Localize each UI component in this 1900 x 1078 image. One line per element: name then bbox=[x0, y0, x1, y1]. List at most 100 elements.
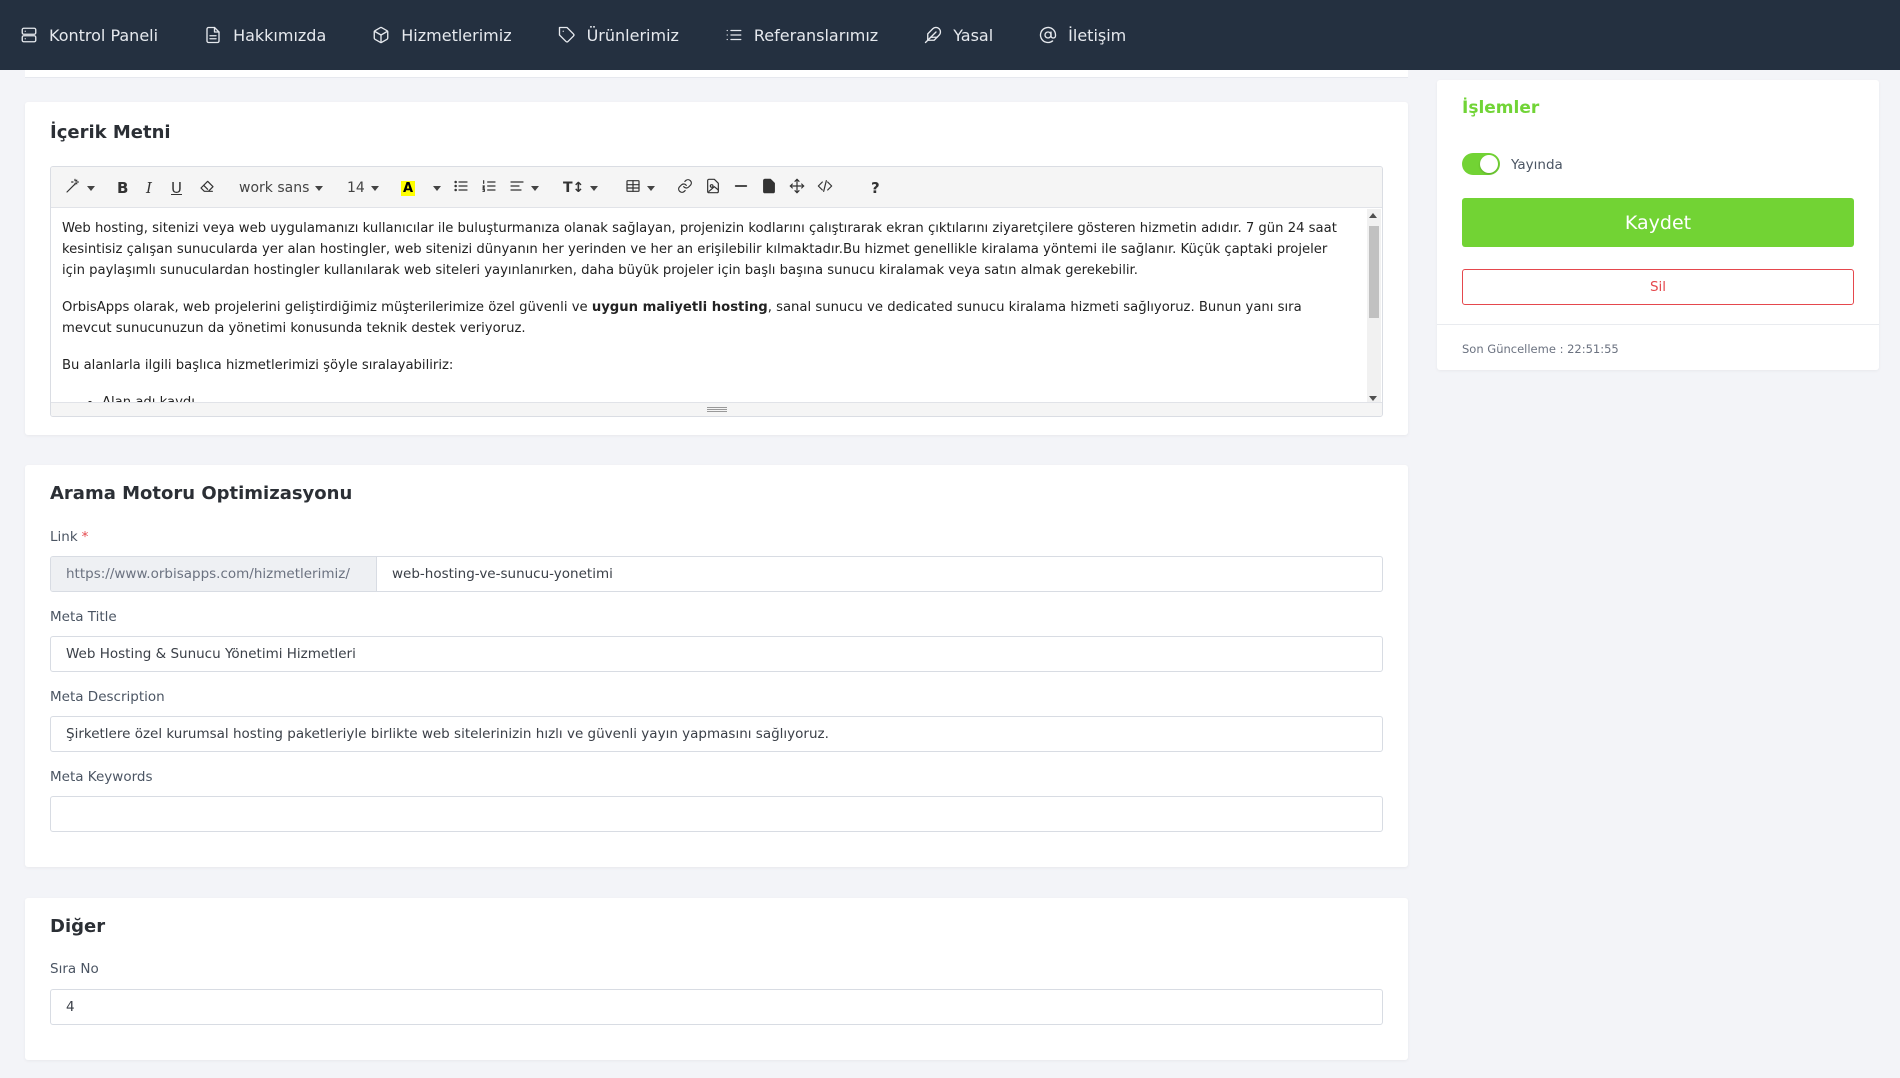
help-button[interactable]: ? bbox=[871, 179, 880, 197]
nav-item-iletisim[interactable]: İletişim bbox=[1039, 26, 1126, 45]
nav-label: Referanslarımız bbox=[753, 25, 879, 45]
seo-card: Arama Motoru Optimizasyonu Link * https:/… bbox=[25, 465, 1408, 867]
link-prefix: https://www.orbisapps.com/hizmetlerimiz/ bbox=[51, 557, 377, 591]
line-height-button[interactable]: T↕ bbox=[563, 179, 599, 197]
text-run: OrbisApps olarak, web projelerini gelişt… bbox=[62, 300, 592, 315]
nav-label: Hakkımızda bbox=[233, 25, 327, 45]
rich-text-editor: B I U work sans 14 A T↕ ? Web hosting, s… bbox=[50, 166, 1383, 417]
link-button[interactable] bbox=[677, 179, 693, 197]
table-button[interactable] bbox=[625, 179, 655, 197]
color-dropdown[interactable] bbox=[427, 179, 441, 197]
paragraph-align-button[interactable] bbox=[509, 179, 539, 197]
actions-title: İşlemler bbox=[1462, 98, 1540, 118]
nav-item-urunlerimiz[interactable]: Ürünlerimiz bbox=[558, 26, 679, 45]
link-icon bbox=[677, 178, 693, 198]
align-left-icon bbox=[509, 178, 525, 198]
server-icon bbox=[20, 26, 38, 44]
delete-button[interactable]: Sil bbox=[1462, 269, 1854, 305]
editor-paragraph: Bu alanlarla ilgili başlıca hizmetlerimi… bbox=[62, 358, 454, 373]
minus-icon bbox=[733, 178, 749, 198]
ordered-list-button[interactable] bbox=[481, 179, 497, 197]
order-input[interactable]: 4 bbox=[50, 989, 1383, 1025]
nav-label: Yasal bbox=[953, 25, 994, 45]
other-card: Diğer Sıra No 4 bbox=[25, 898, 1408, 1060]
publish-label: Yayında bbox=[1511, 157, 1563, 173]
chevron-down-icon bbox=[87, 185, 95, 191]
meta-title-label: Meta Title bbox=[50, 609, 117, 625]
italic-button[interactable]: I bbox=[146, 179, 152, 197]
link-label: Link * bbox=[50, 529, 88, 545]
card-title: İçerik Metni bbox=[50, 122, 171, 143]
scroll-down-icon[interactable] bbox=[1369, 396, 1377, 401]
actions-card: İşlemler Yayında Kaydet Sil Son Güncelle… bbox=[1437, 80, 1879, 370]
font-size-select[interactable]: 14 bbox=[347, 179, 379, 197]
eraser-button[interactable] bbox=[199, 179, 215, 197]
previous-card-edge bbox=[25, 70, 1408, 78]
at-sign-icon bbox=[1039, 26, 1057, 44]
last-update-text: Son Güncelleme : 22:51:55 bbox=[1462, 342, 1619, 356]
font-family-value: work sans bbox=[239, 180, 310, 196]
text-height-icon: T↕ bbox=[563, 180, 585, 196]
editor-content[interactable]: Web hosting, sitenizi veya web uygulaman… bbox=[51, 208, 1364, 404]
publish-toggle[interactable] bbox=[1462, 153, 1500, 175]
underline-button[interactable]: U bbox=[171, 179, 182, 197]
font-size-value: 14 bbox=[347, 180, 365, 196]
nav-label: Kontrol Paneli bbox=[49, 25, 159, 45]
image-button[interactable] bbox=[705, 178, 721, 198]
box-icon bbox=[372, 26, 390, 44]
nav-item-yasal[interactable]: Yasal bbox=[924, 26, 993, 45]
font-family-select[interactable]: work sans bbox=[239, 179, 324, 197]
nav-item-referanslarimiz[interactable]: Referanslarımız bbox=[725, 26, 878, 45]
chevron-down-icon bbox=[433, 185, 441, 191]
image-icon bbox=[705, 178, 721, 198]
actions-footer: Son Güncelleme : 22:51:55 bbox=[1437, 324, 1879, 370]
highlight-color-button[interactable]: A bbox=[401, 179, 416, 197]
content-card: İçerik Metni B I U work sans 14 A T↕ ? W… bbox=[25, 102, 1408, 435]
scroll-up-icon[interactable] bbox=[1369, 213, 1377, 218]
document-button[interactable] bbox=[761, 178, 777, 198]
nav-label: Ürünlerimiz bbox=[586, 25, 679, 45]
nav-item-hakkimizda[interactable]: Hakkımızda bbox=[204, 26, 326, 45]
chevron-down-icon bbox=[531, 185, 539, 191]
horizontal-rule-button[interactable] bbox=[733, 179, 749, 197]
bold-button[interactable]: B bbox=[117, 179, 128, 197]
meta-keywords-input[interactable] bbox=[50, 796, 1383, 832]
chevron-down-icon bbox=[590, 185, 599, 191]
table-icon bbox=[625, 178, 641, 198]
unordered-list-button[interactable] bbox=[453, 179, 469, 197]
toggle-knob bbox=[1480, 155, 1498, 173]
editor-paragraph: OrbisApps olarak, web projelerini gelişt… bbox=[62, 297, 1353, 339]
nav-item-hizmetlerimiz[interactable]: Hizmetlerimiz bbox=[372, 25, 512, 45]
magic-wand-icon bbox=[65, 178, 81, 198]
card-title: Diğer bbox=[50, 916, 106, 937]
editor-scrollbar-thumb[interactable] bbox=[1369, 226, 1379, 318]
nav-item-kontrol-paneli[interactable]: Kontrol Paneli bbox=[20, 26, 158, 45]
feather-icon bbox=[924, 26, 942, 44]
help-icon: ? bbox=[871, 179, 880, 197]
order-label: Sıra No bbox=[50, 961, 99, 977]
move-icon bbox=[789, 178, 805, 198]
save-button[interactable]: Kaydet bbox=[1462, 198, 1854, 247]
fullscreen-button[interactable] bbox=[789, 178, 805, 198]
list-icon bbox=[725, 26, 743, 44]
code-icon bbox=[817, 178, 833, 198]
file-text-icon bbox=[204, 26, 222, 44]
meta-description-label: Meta Description bbox=[50, 689, 165, 705]
bullet-list-icon bbox=[453, 178, 469, 198]
code-view-button[interactable] bbox=[817, 179, 833, 197]
magic-style-button[interactable] bbox=[65, 178, 95, 198]
link-slug-input[interactable]: web-hosting-ve-sunucu-yonetimi bbox=[377, 557, 1382, 591]
top-navbar: Kontrol Paneli Hakkımızda Hizmetlerimiz … bbox=[0, 0, 1900, 70]
editor-paragraph: Web hosting, sitenizi veya web uygulaman… bbox=[62, 221, 1337, 278]
card-title: Arama Motoru Optimizasyonu bbox=[50, 483, 353, 504]
editor-resize-bar[interactable] bbox=[51, 402, 1382, 416]
meta-title-input[interactable]: Web Hosting & Sunucu Yönetimi Hizmetleri bbox=[50, 636, 1383, 672]
meta-description-input[interactable]: Şirketlere özel kurumsal hosting paketle… bbox=[50, 716, 1383, 752]
file-icon bbox=[761, 178, 777, 198]
chevron-down-icon bbox=[315, 185, 324, 191]
resize-grip-icon[interactable] bbox=[707, 407, 727, 412]
chevron-down-icon bbox=[370, 185, 379, 191]
numbered-list-icon bbox=[481, 178, 497, 198]
link-label-text: Link bbox=[50, 529, 78, 545]
nav-label: Hizmetlerimiz bbox=[401, 25, 512, 45]
